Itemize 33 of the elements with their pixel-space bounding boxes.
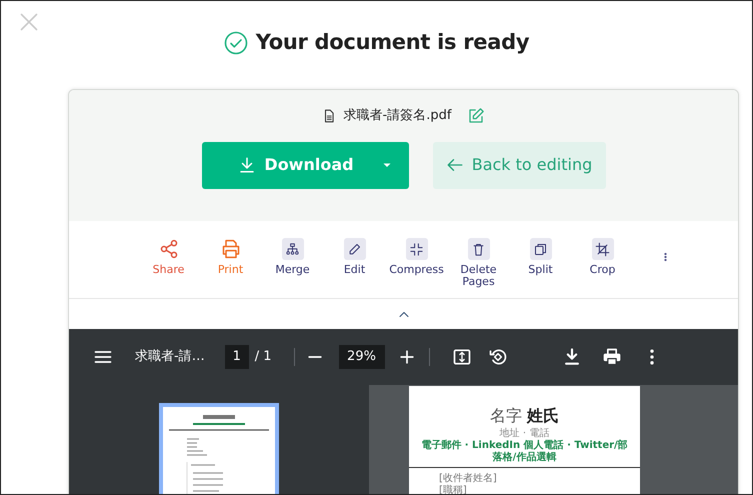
rotate-icon[interactable] — [488, 347, 508, 367]
share-icon — [158, 239, 178, 259]
arrow-left-icon — [446, 156, 464, 174]
pencil-icon — [347, 242, 362, 256]
document-subtitle: 地址 · 電話 — [498, 428, 550, 440]
tool-button[interactable]: Split — [510, 238, 572, 276]
tool-button[interactable]: Delete Pages — [448, 238, 510, 288]
printer-icon — [220, 239, 240, 259]
fit-page-icon[interactable] — [452, 347, 472, 367]
file-name: 求職者-請簽名.pdf — [344, 107, 452, 125]
hierarchy-icon — [285, 242, 300, 256]
tool-button[interactable]: Edit — [324, 238, 386, 276]
document-line: [職稱] — [438, 485, 468, 494]
document-name: 名字 姓氏 — [488, 405, 560, 427]
document-line: [收件者姓名] — [438, 473, 498, 484]
tool-button[interactable]: Share — [138, 238, 200, 276]
crop-icon — [595, 242, 610, 256]
zoom-field[interactable]: 29% — [338, 345, 384, 369]
trash-icon — [471, 242, 486, 256]
download-icon — [238, 156, 256, 174]
printer-icon[interactable] — [602, 347, 622, 367]
copy-icon — [533, 242, 548, 256]
check-circle-icon — [224, 31, 248, 55]
page-count: / 1 — [254, 348, 272, 366]
compress-icon — [409, 242, 424, 256]
document-contacts: 電子郵件 · LinkedIn 個人電話 · Twitter/部落格/作品選輯 — [420, 440, 629, 465]
page-heading: Your document is ready — [256, 30, 530, 56]
tool-button[interactable]: Merge — [262, 238, 324, 276]
rename-pencil-icon[interactable] — [467, 106, 486, 125]
viewer-title: 求職者-請… — [135, 348, 205, 366]
tool-button[interactable]: Compress — [386, 238, 448, 276]
tool-button[interactable]: Crop — [572, 238, 634, 276]
page-number-field[interactable]: 1 — [224, 345, 249, 369]
